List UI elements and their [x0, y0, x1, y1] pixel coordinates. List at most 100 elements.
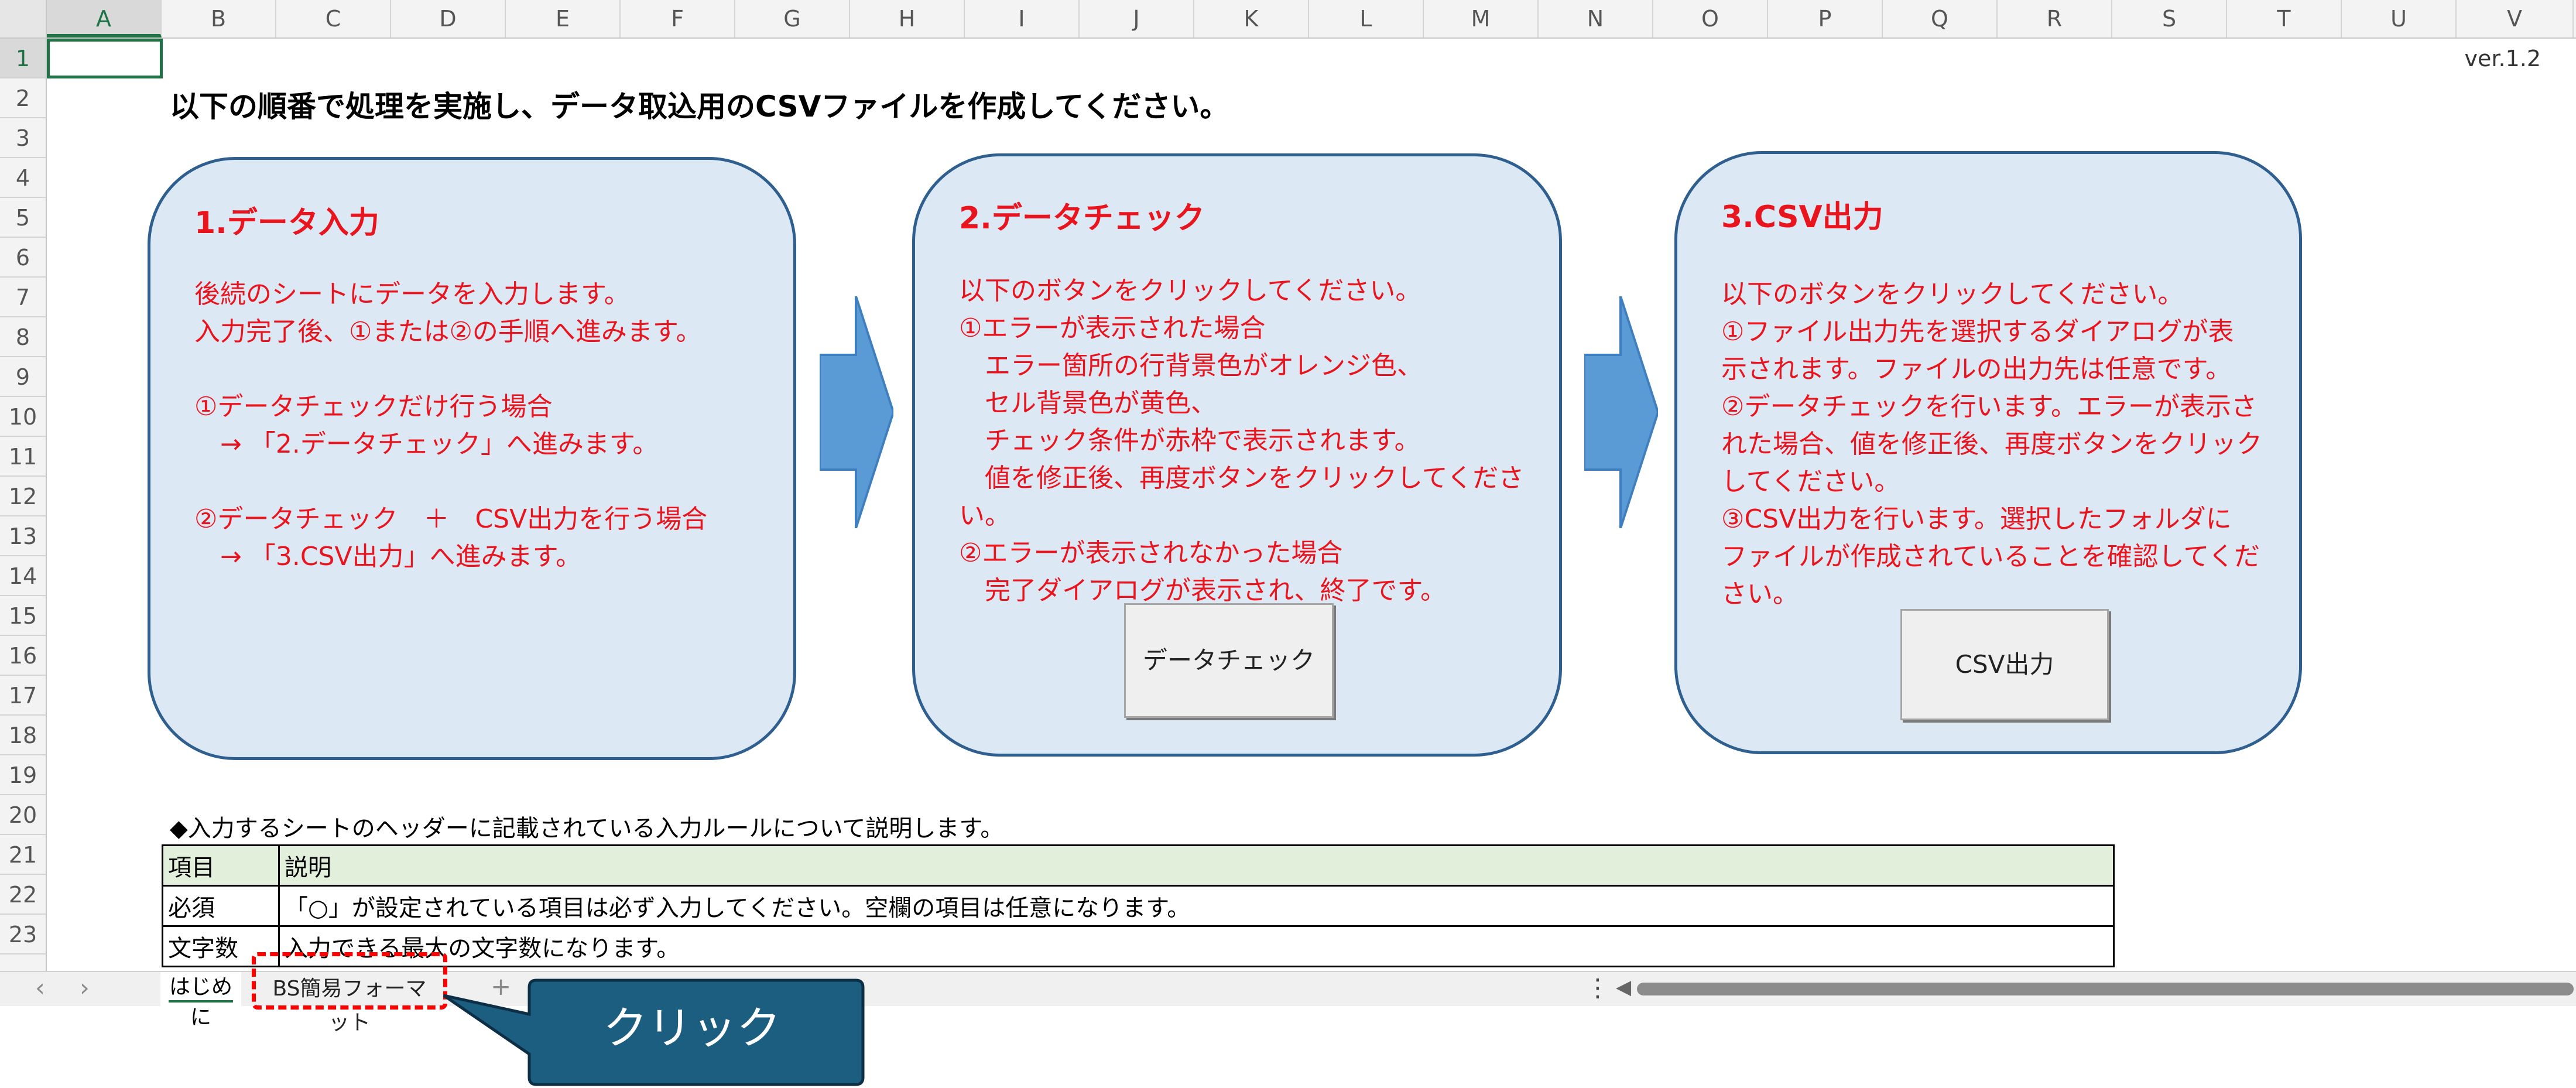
card-line: 以下のボタンをクリックしてください。	[1721, 279, 2184, 309]
row-header-10[interactable]: 10	[0, 397, 46, 437]
version-label: ver.1.2	[2464, 46, 2541, 71]
row-header-17[interactable]: 17	[0, 676, 46, 716]
card-line: 完了ダイアログが表示され、終了です。	[959, 576, 1447, 605]
card-title: 1.データ入力	[194, 206, 379, 241]
column-header-a[interactable]: A	[47, 0, 162, 37]
card-line: ①エラーが表示された場合	[959, 313, 1266, 343]
card-line: い。	[959, 501, 1010, 531]
right-arrow-icon	[820, 296, 893, 528]
table-header-row: 項目 説明	[162, 844, 2115, 887]
card-line: ③CSV出力を行います。選択したフォルダに	[1721, 504, 2232, 534]
row-header-18[interactable]: 18	[0, 716, 46, 755]
active-tab-underline	[169, 1000, 233, 1003]
row-header-1[interactable]: 1	[0, 39, 46, 78]
card-line: さい。	[1721, 579, 1799, 609]
column-header-b[interactable]: B	[162, 0, 276, 37]
column-header-j[interactable]: J	[1080, 0, 1194, 37]
column-header-h[interactable]: H	[850, 0, 965, 37]
scroll-tabs-right-icon[interactable]: ›	[80, 973, 90, 1002]
column-header-f[interactable]: F	[621, 0, 735, 37]
row-header-13[interactable]: 13	[0, 516, 46, 556]
column-header-i[interactable]: I	[965, 0, 1080, 37]
row-header-12[interactable]: 12	[0, 477, 46, 516]
row-header-8[interactable]: 8	[0, 317, 46, 357]
scroll-left-icon[interactable]: ◀	[1616, 976, 1631, 999]
row-header-22[interactable]: 22	[0, 875, 46, 915]
card-line: 後続のシートにデータを入力します。	[194, 279, 630, 309]
row-header-15[interactable]: 15	[0, 596, 46, 636]
table-row: 必須 「○」が設定されている項目は必ず入力してください。空欄の項目は任意になりま…	[162, 885, 2115, 927]
column-header-r[interactable]: R	[1998, 0, 2112, 37]
column-header-m[interactable]: M	[1424, 0, 1539, 37]
horizontal-scrollbar[interactable]	[1637, 983, 2574, 995]
card-line: ①ファイル出力先を選択するダイアログが表	[1721, 317, 2234, 347]
right-arrow-icon	[1584, 296, 1658, 528]
card-line: してください。	[1721, 467, 1900, 497]
card-line: → 「2.データチェック」へ進みます。	[194, 429, 659, 459]
header-item: 項目	[162, 844, 280, 887]
row-header-6[interactable]: 6	[0, 238, 46, 278]
card-line: ②データチェック ＋ CSV出力を行う場合	[194, 504, 708, 534]
card-line: 示されます。ファイルの出力先は任意です。	[1721, 354, 2232, 384]
select-all-corner[interactable]	[0, 0, 47, 39]
column-header-c[interactable]: C	[276, 0, 391, 37]
data-check-button[interactable]: データチェック	[1124, 603, 1334, 718]
card-line: エラー箇所の行背景色がオレンジ色、	[959, 351, 1423, 381]
column-header-n[interactable]: N	[1539, 0, 1653, 37]
column-header-k[interactable]: K	[1194, 0, 1309, 37]
row-header-bar: 1 2 3 4 5 6 7 8 9 10 11 12 13 14 15 16 17 18 19 20 21 22 23	[0, 39, 47, 971]
callout-text: クリック	[603, 1002, 781, 1054]
row-header-20[interactable]: 20	[0, 795, 46, 835]
card-line: ②データチェックを行います。エラーが表示さ	[1721, 392, 2258, 422]
row-header-2[interactable]: 2	[0, 78, 46, 118]
header-description: 説明	[278, 844, 2115, 887]
input-rules-table: 項目 説明 必須 「○」が設定されている項目は必ず入力してください。空欄の項目は…	[162, 844, 2115, 967]
row-header-16[interactable]: 16	[0, 636, 46, 676]
instruction-heading: 以下の順番で処理を実施し、データ取込用のCSVファイルを作成してください。	[170, 90, 1229, 124]
table-row: 文字数 入力できる最大の文字数になります。	[162, 925, 2115, 967]
row-header-21[interactable]: 21	[0, 835, 46, 875]
card-line: ファイルが作成されていることを確認してくだ	[1721, 542, 2260, 572]
column-header-t[interactable]: T	[2227, 0, 2342, 37]
table-cell[interactable]: 入力できる最大の文字数になります。	[278, 925, 2115, 967]
card-line: 値を修正後、再度ボタンをクリックしてくださ	[959, 463, 1525, 493]
active-cell-a1[interactable]	[47, 39, 163, 78]
column-header-u[interactable]: U	[2342, 0, 2457, 37]
column-header-q[interactable]: Q	[1883, 0, 1998, 37]
sheet-tab-hajimeni[interactable]: はじめに	[160, 972, 241, 1029]
card-line: → 「3.CSV出力」へ進みます。	[194, 542, 582, 572]
card-title: 3.CSV出力	[1721, 200, 1883, 235]
tab-highlight-box	[252, 952, 447, 1010]
card-line: ①データチェックだけ行う場合	[194, 392, 553, 422]
row-header-14[interactable]: 14	[0, 556, 46, 596]
row-header-3[interactable]: 3	[0, 118, 46, 158]
csv-output-button[interactable]: CSV出力	[1900, 609, 2109, 720]
card-line: セル背景色が黄色、	[959, 388, 1217, 418]
column-header-bar: ABCDEFGHIJKLMNOPQRSTUV	[47, 0, 2576, 39]
row-header-4[interactable]: 4	[0, 158, 46, 198]
row-header-19[interactable]: 19	[0, 755, 46, 795]
row-header-23[interactable]: 23	[0, 915, 46, 954]
card-line: チェック条件が赤枠で表示されます。	[959, 426, 1420, 456]
card-line: ②エラーが表示されなかった場合	[959, 538, 1343, 568]
card-line: 入力完了後、①または②の手順へ進みます。	[194, 317, 702, 347]
scroll-tabs-left-icon[interactable]: ‹	[35, 973, 45, 1002]
row-header-5[interactable]: 5	[0, 198, 46, 238]
table-note: ◆入力するシートのヘッダーに記載されている入力ルールについて説明します。	[170, 815, 1004, 842]
column-header-d[interactable]: D	[391, 0, 506, 37]
column-header-l[interactable]: L	[1309, 0, 1424, 37]
column-header-p[interactable]: P	[1768, 0, 1883, 37]
row-header-11[interactable]: 11	[0, 437, 46, 477]
row-header-9[interactable]: 9	[0, 357, 46, 397]
column-header-o[interactable]: O	[1653, 0, 1768, 37]
card-line: 以下のボタンをクリックしてください。	[959, 276, 1421, 306]
row-header-7[interactable]: 7	[0, 278, 46, 317]
card-line: れた場合、値を修正後、再度ボタンをクリック	[1721, 429, 2262, 459]
column-header-e[interactable]: E	[506, 0, 621, 37]
column-header-g[interactable]: G	[735, 0, 850, 37]
column-header-v[interactable]: V	[2457, 0, 2574, 37]
table-cell[interactable]: 「○」が設定されている項目は必ず入力してください。空欄の項目は任意になります。	[278, 885, 2115, 927]
table-cell[interactable]: 必須	[162, 885, 280, 927]
column-header-s[interactable]: S	[2112, 0, 2227, 37]
more-options-icon[interactable]: ⋮	[1585, 973, 1610, 1002]
